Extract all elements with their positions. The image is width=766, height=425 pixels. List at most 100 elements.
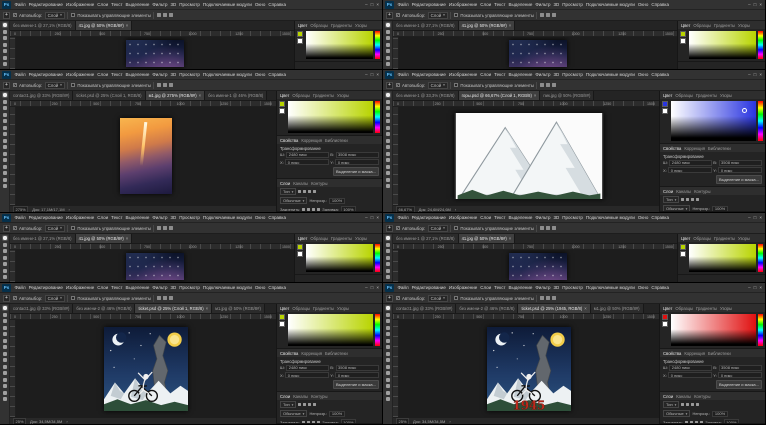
menu-item[interactable]: Файл bbox=[13, 72, 27, 77]
properties-tab[interactable]: Свойства bbox=[663, 351, 681, 356]
align-right-icon[interactable] bbox=[552, 83, 556, 87]
maximize-button[interactable]: □ bbox=[754, 215, 757, 220]
field-value[interactable]: 2480 пикс bbox=[669, 365, 711, 371]
eyedropper-tool-icon[interactable] bbox=[3, 339, 7, 343]
field-value[interactable]: 0 пикс bbox=[718, 167, 762, 173]
brush-tool-icon[interactable] bbox=[3, 282, 7, 283]
menu-item[interactable]: Справка bbox=[267, 72, 288, 77]
lock-pixels-icon[interactable] bbox=[307, 421, 310, 424]
layers-tab[interactable]: Слои bbox=[663, 394, 673, 399]
properties-tab[interactable]: Коррекция bbox=[301, 351, 322, 356]
tab-close-icon[interactable]: × bbox=[126, 23, 128, 28]
color-panel-tab[interactable]: Градиенты bbox=[714, 23, 735, 28]
quick-selection-tool-icon[interactable] bbox=[3, 326, 7, 330]
color-field[interactable] bbox=[689, 31, 756, 59]
pen-tool-icon[interactable] bbox=[3, 378, 7, 382]
select-and-mask-button[interactable]: Выделение и маска... bbox=[333, 380, 379, 389]
color-panel-tab[interactable]: Узоры bbox=[720, 306, 732, 311]
menu-item[interactable]: Окно bbox=[636, 215, 649, 220]
color-panel-tab[interactable]: Узоры bbox=[355, 236, 367, 241]
blend-mode-select[interactable]: Обычные▾ bbox=[663, 410, 690, 417]
align-left-icon[interactable] bbox=[540, 296, 544, 300]
filter-shape-layer-icon[interactable] bbox=[313, 403, 316, 406]
maximize-button[interactable]: □ bbox=[371, 285, 374, 290]
maximize-button[interactable]: □ bbox=[371, 215, 374, 220]
show-controls-checkbox[interactable] bbox=[454, 83, 458, 87]
healing-brush-tool-icon[interactable] bbox=[386, 132, 390, 136]
menu-item[interactable]: Окно bbox=[636, 285, 649, 290]
foreground-color-swatch[interactable] bbox=[662, 101, 668, 107]
canvas-area[interactable] bbox=[399, 107, 659, 205]
healing-brush-tool-icon[interactable] bbox=[386, 345, 390, 349]
menu-item[interactable]: Файл bbox=[396, 2, 410, 7]
lasso-tool-icon[interactable] bbox=[386, 319, 390, 323]
lock-position-icon[interactable] bbox=[312, 421, 315, 424]
hue-slider[interactable] bbox=[758, 244, 763, 272]
target-layer-select[interactable]: Слой▾ bbox=[45, 225, 65, 232]
document-tab[interactable]: без имени-1 @ 27,1% (RGB/8) bbox=[393, 234, 459, 243]
background-color-swatch[interactable] bbox=[279, 108, 285, 114]
field-value[interactable]: 0 пикс bbox=[285, 159, 328, 165]
menu-item[interactable]: Окно bbox=[636, 2, 649, 7]
hue-slider[interactable] bbox=[758, 101, 763, 141]
marquee-tool-icon[interactable] bbox=[3, 100, 7, 104]
menu-item[interactable]: Текст bbox=[493, 2, 507, 7]
properties-tab[interactable]: Коррекция bbox=[684, 146, 705, 151]
menu-item[interactable]: Изображение bbox=[64, 285, 95, 290]
properties-tab[interactable]: Коррекция bbox=[684, 351, 705, 356]
properties-tab[interactable]: Свойства bbox=[663, 146, 681, 151]
color-panel-tab[interactable]: Градиенты bbox=[714, 236, 735, 241]
filter-type-select[interactable]: Тип▾ bbox=[280, 188, 296, 195]
menu-item[interactable]: Файл bbox=[396, 285, 410, 290]
autoselect-checkbox[interactable]: ✓ bbox=[396, 13, 400, 17]
align-center-icon[interactable] bbox=[163, 13, 167, 17]
canvas-area[interactable] bbox=[16, 250, 294, 282]
move-tool-icon[interactable] bbox=[386, 93, 390, 97]
menu-item[interactable]: Файл bbox=[13, 215, 27, 220]
document-tab[interactable]: без имени-1 @ 27,1% (RGB/8) bbox=[393, 21, 459, 30]
menu-item[interactable]: Редактирование bbox=[410, 2, 447, 7]
background-color-swatch[interactable] bbox=[680, 251, 686, 257]
filter-pixel-layer-icon[interactable] bbox=[298, 403, 301, 406]
color-panel-tab[interactable]: Градиенты bbox=[696, 306, 717, 311]
layers-tab[interactable]: Контуры bbox=[311, 181, 327, 186]
color-panel-tab[interactable]: Узоры bbox=[337, 93, 349, 98]
document-tab[interactable]: 41.jpg @ 50% (RGB/8#)× bbox=[76, 21, 133, 30]
target-layer-select[interactable]: Слой▾ bbox=[428, 82, 448, 89]
eyedropper-tool-icon[interactable] bbox=[386, 269, 390, 273]
align-left-icon[interactable] bbox=[157, 226, 161, 230]
menu-item[interactable]: Изображение bbox=[447, 285, 478, 290]
field-value[interactable]: 3508 пикс bbox=[336, 365, 379, 371]
menu-item[interactable]: Текст bbox=[110, 2, 124, 7]
color-panel-tab[interactable]: Цвет bbox=[298, 236, 307, 241]
crop-tool-icon[interactable] bbox=[386, 119, 390, 123]
menu-item[interactable]: Выделение bbox=[124, 215, 151, 220]
lock-all-icon[interactable] bbox=[700, 421, 703, 424]
foreground-color-swatch[interactable] bbox=[279, 101, 285, 107]
menu-item[interactable]: Файл bbox=[396, 215, 410, 220]
menu-item[interactable]: Окно bbox=[253, 72, 266, 77]
brush-tool-icon[interactable] bbox=[386, 282, 390, 283]
blend-mode-select[interactable]: Обычные▾ bbox=[280, 197, 307, 204]
close-button[interactable]: × bbox=[759, 2, 762, 7]
align-left-icon[interactable] bbox=[540, 226, 544, 230]
show-controls-checkbox[interactable] bbox=[71, 226, 75, 230]
minimize-button[interactable]: – bbox=[365, 72, 368, 77]
menu-item[interactable]: 3D bbox=[552, 285, 561, 290]
background-color-swatch[interactable] bbox=[297, 251, 303, 257]
crop-tool-icon[interactable] bbox=[3, 119, 7, 123]
healing-brush-tool-icon[interactable] bbox=[3, 132, 7, 136]
tab-close-icon[interactable]: × bbox=[584, 306, 586, 311]
filter-type-layer-icon[interactable] bbox=[308, 403, 311, 406]
align-center-icon[interactable] bbox=[546, 13, 550, 17]
show-controls-checkbox[interactable] bbox=[71, 83, 75, 87]
menu-item[interactable]: Текст bbox=[493, 72, 507, 77]
close-button[interactable]: × bbox=[759, 215, 762, 220]
color-field[interactable] bbox=[288, 101, 373, 133]
select-and-mask-button[interactable]: Выделение и маска... bbox=[333, 167, 379, 176]
filter-type-select[interactable]: Тип▾ bbox=[280, 401, 296, 408]
properties-tab[interactable]: Библиотеки bbox=[708, 351, 731, 356]
document-tab[interactable]: м1.jpg @ 50% (RGB/8#) bbox=[212, 304, 265, 313]
menu-item[interactable]: Фильтр bbox=[534, 285, 552, 290]
zoom-tool-icon[interactable] bbox=[3, 397, 7, 401]
